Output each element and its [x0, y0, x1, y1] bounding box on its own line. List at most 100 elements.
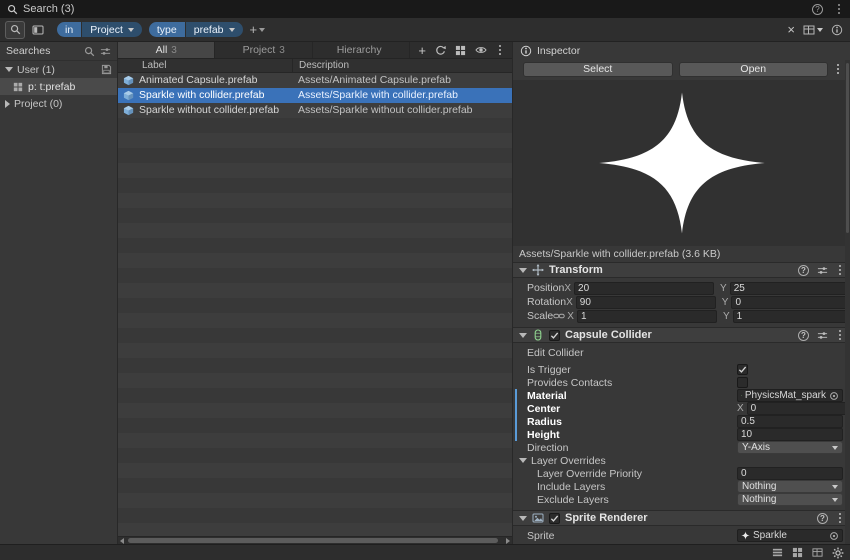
- query-builder-toggle[interactable]: [5, 21, 25, 39]
- unity-search-window: Search (3) ? in Project type prefab + ×: [0, 0, 850, 560]
- layer-overrides-foldout[interactable]: Layer Overrides: [513, 454, 850, 467]
- foldout-open-icon[interactable]: [519, 268, 527, 273]
- save-icon[interactable]: [101, 64, 112, 75]
- inspector-scrollbar[interactable]: [845, 60, 850, 544]
- is-trigger-checkbox[interactable]: [737, 364, 748, 375]
- grid-view-icon[interactable]: [792, 547, 803, 558]
- sprite-field[interactable]: Sparkle: [737, 529, 843, 542]
- component-menu-icon[interactable]: [836, 265, 844, 275]
- help-icon[interactable]: ?: [798, 330, 809, 341]
- material-field[interactable]: PhysicsMat_spark: [737, 389, 843, 402]
- sprite-renderer-header[interactable]: Sprite Renderer ?: [513, 510, 850, 526]
- position-y-field[interactable]: [730, 282, 850, 295]
- object-picker-icon[interactable]: [829, 391, 839, 401]
- sidebar-group-project[interactable]: Project (0): [0, 95, 117, 112]
- help-icon[interactable]: ?: [817, 513, 828, 524]
- presets-icon[interactable]: [817, 265, 828, 276]
- search-icon[interactable]: [84, 46, 95, 57]
- results-column-header: Label Description: [118, 59, 512, 73]
- settings-gear-icon[interactable]: [832, 547, 844, 559]
- check-icon: [738, 365, 747, 374]
- prefab-icon: [123, 75, 134, 86]
- rotation-y-field[interactable]: [731, 296, 850, 309]
- filter-value-prefab[interactable]: prefab: [186, 22, 243, 37]
- scrollbar-thumb[interactable]: [846, 63, 849, 233]
- help-icon[interactable]: ?: [798, 265, 809, 276]
- clear-search-icon[interactable]: ×: [787, 23, 795, 36]
- result-row[interactable]: Sparkle without collider.prefab Assets/S…: [118, 103, 512, 118]
- transform-header[interactable]: Transform ?: [513, 262, 850, 278]
- capsule-collider-enabled-checkbox[interactable]: [549, 330, 560, 341]
- link-icon[interactable]: [553, 310, 565, 322]
- saved-search-item[interactable]: p: t:prefab: [0, 78, 117, 95]
- result-row-selected[interactable]: Sparkle with collider.prefab Assets/Spar…: [118, 88, 512, 103]
- inspector-menu-icon[interactable]: [834, 64, 842, 74]
- results-menu-icon[interactable]: [496, 45, 504, 55]
- radius-field[interactable]: [737, 415, 843, 428]
- foldout-open-icon[interactable]: [519, 333, 527, 338]
- add-tab-icon[interactable]: +: [418, 44, 426, 57]
- check-icon: [550, 331, 559, 340]
- view-mode-button[interactable]: [803, 24, 823, 36]
- exclude-layers-dropdown[interactable]: Nothing: [737, 493, 843, 506]
- provides-contacts-checkbox[interactable]: [737, 377, 748, 388]
- results-table: Animated Capsule.prefab Assets/Animated …: [118, 73, 512, 536]
- inspector-panel: Inspector Select Open Assets/Sparkle wit…: [513, 42, 850, 544]
- filter-key-in[interactable]: in: [57, 22, 81, 37]
- sprite-renderer-enabled-checkbox[interactable]: [549, 513, 560, 524]
- filter-icon[interactable]: [100, 46, 111, 57]
- column-label[interactable]: Label: [142, 59, 166, 73]
- list-view-icon[interactable]: [772, 547, 783, 558]
- filter-key-type[interactable]: type: [149, 22, 185, 37]
- scale-y-field[interactable]: [733, 310, 850, 323]
- material-row: Material PhysicsMat_spark: [513, 389, 850, 402]
- rotation-x-field[interactable]: [576, 296, 716, 309]
- searches-title: Searches: [6, 45, 50, 57]
- include-layers-row: Include Layers Nothing: [513, 480, 850, 493]
- foldout-open-icon[interactable]: [519, 516, 527, 521]
- saved-searches-toggle[interactable]: [28, 21, 48, 39]
- component-menu-icon[interactable]: [836, 330, 844, 340]
- object-picker-icon[interactable]: [829, 531, 839, 541]
- layer-override-priority-field[interactable]: [737, 467, 843, 480]
- tab-hierarchy[interactable]: Hierarchy: [313, 42, 410, 58]
- scale-x-field[interactable]: [577, 310, 717, 323]
- scrollbar-thumb[interactable]: [128, 538, 498, 543]
- help-icon[interactable]: ?: [812, 4, 823, 15]
- tab-all[interactable]: All3: [118, 42, 215, 58]
- select-button[interactable]: Select: [523, 62, 673, 77]
- rotation-row: Rotation X Y Z: [513, 295, 850, 309]
- position-x-field[interactable]: [574, 282, 714, 295]
- prefab-icon: [123, 90, 134, 101]
- presets-icon[interactable]: [817, 330, 828, 341]
- refresh-icon[interactable]: [435, 45, 446, 56]
- is-trigger-row: Is Trigger: [513, 363, 850, 376]
- column-description[interactable]: Description: [292, 59, 349, 73]
- center-x-field[interactable]: [747, 402, 850, 415]
- foldout-open-icon: [519, 458, 527, 463]
- filter-value-project[interactable]: Project: [82, 22, 142, 37]
- table-view-icon[interactable]: [812, 547, 823, 558]
- component-menu-icon[interactable]: [836, 513, 844, 523]
- horizontal-scrollbar[interactable]: [118, 536, 512, 544]
- open-button[interactable]: Open: [679, 62, 829, 77]
- chevron-down-icon: [832, 498, 838, 502]
- tab-project[interactable]: Project3: [215, 42, 312, 58]
- height-field[interactable]: [737, 428, 843, 441]
- info-icon[interactable]: [831, 24, 843, 36]
- sidebar-group-user[interactable]: User (1): [0, 61, 117, 78]
- include-layers-dropdown[interactable]: Nothing: [737, 480, 843, 493]
- asset-preview: [513, 80, 850, 246]
- radius-row: Radius: [513, 415, 850, 428]
- query-builder-icon: [10, 24, 21, 35]
- result-row[interactable]: Animated Capsule.prefab Assets/Animated …: [118, 73, 512, 88]
- status-bar: [0, 544, 850, 560]
- add-filter-button[interactable]: +: [250, 23, 266, 36]
- provides-contacts-row: Provides Contacts: [513, 376, 850, 389]
- sprite-renderer-icon: [532, 512, 544, 524]
- window-menu-icon[interactable]: [835, 4, 843, 14]
- capsule-collider-header[interactable]: Capsule Collider ?: [513, 327, 850, 343]
- gallery-view-icon[interactable]: [455, 45, 466, 56]
- preview-toggle-icon[interactable]: [475, 44, 487, 56]
- direction-dropdown[interactable]: Y-Axis: [737, 441, 843, 454]
